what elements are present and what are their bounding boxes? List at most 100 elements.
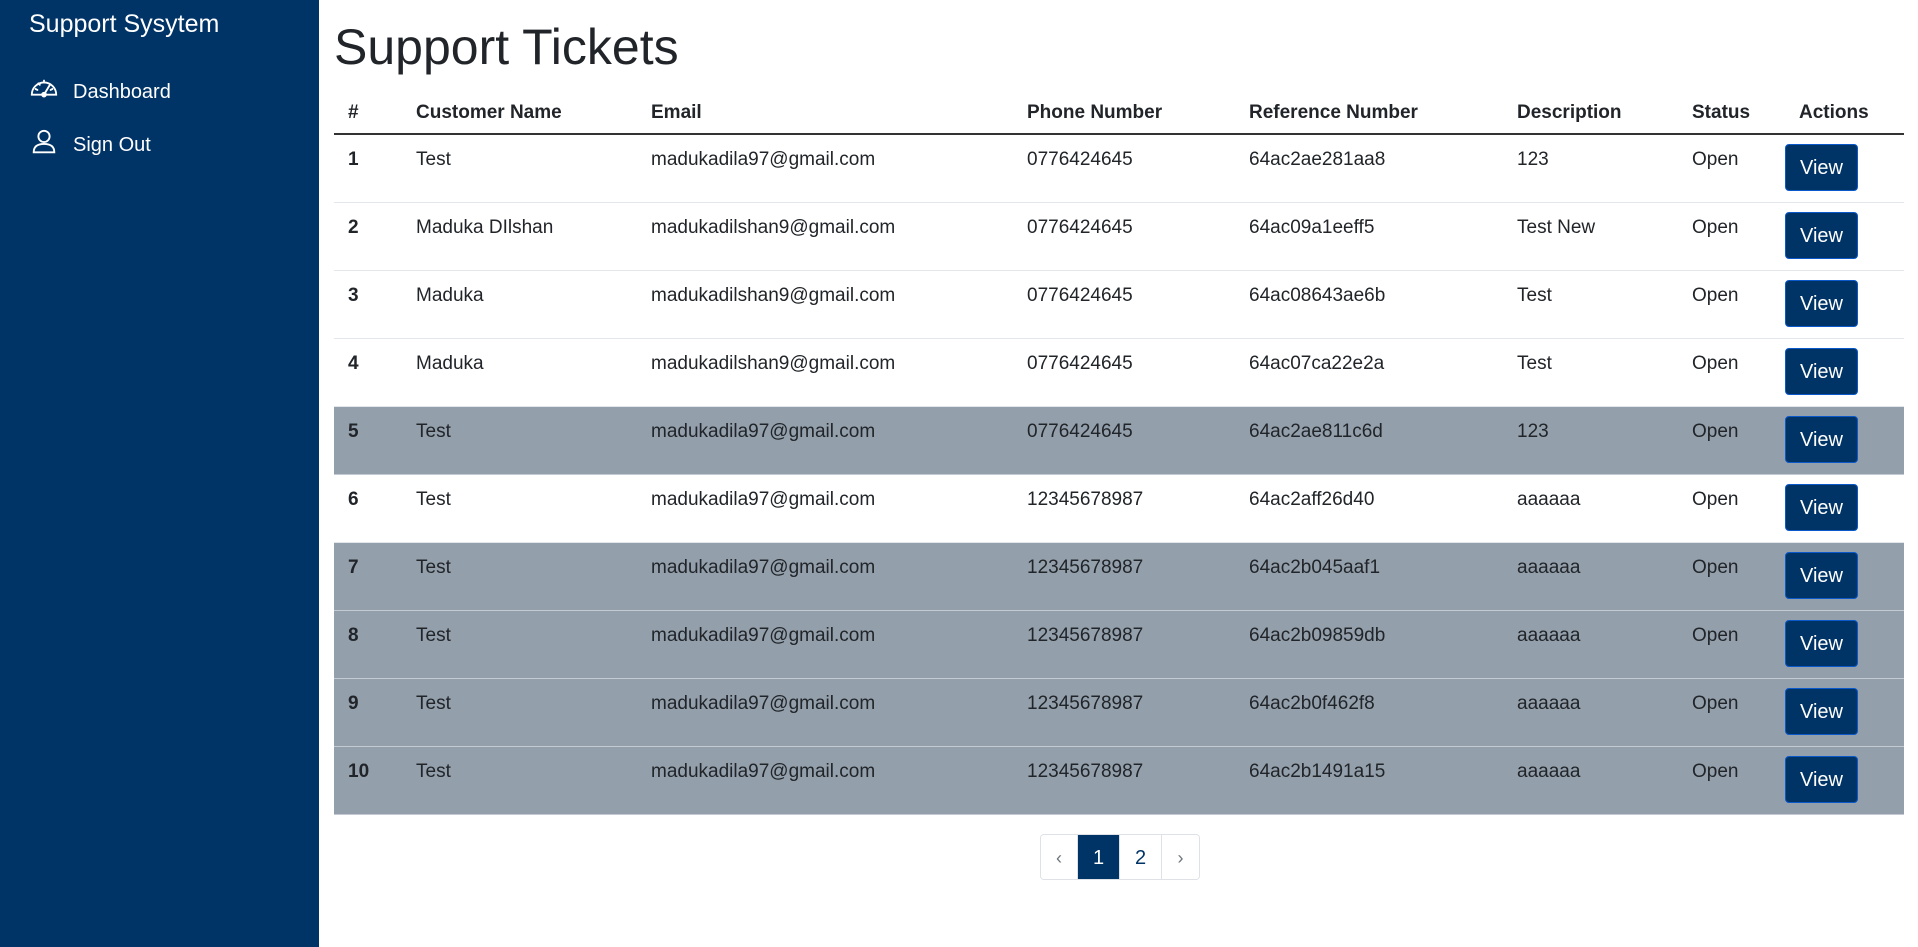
view-button[interactable]: View — [1785, 211, 1858, 259]
phone-number: 0776424645 — [1013, 202, 1235, 271]
view-button[interactable]: View — [1785, 415, 1858, 463]
description: 123 — [1503, 134, 1678, 203]
view-button[interactable]: View — [1785, 619, 1858, 667]
row-number: 5 — [334, 406, 402, 475]
reference-number: 64ac2b045aaf1 — [1235, 542, 1503, 611]
description: Test — [1503, 338, 1678, 407]
description: aaaaaa — [1503, 610, 1678, 679]
email: madukadila97@gmail.com — [637, 610, 1013, 679]
sidebar-item-sign-out[interactable]: Sign Out — [29, 128, 151, 162]
email: madukadila97@gmail.com — [637, 474, 1013, 543]
reference-number: 64ac2b09859db — [1235, 610, 1503, 679]
row-number: 7 — [334, 542, 402, 611]
reference-number: 64ac08643ae6b — [1235, 270, 1503, 339]
status: Open — [1678, 542, 1785, 611]
customer-name: Maduka DIlshan — [402, 202, 637, 271]
description: aaaaaa — [1503, 746, 1678, 815]
phone-number: 12345678987 — [1013, 542, 1235, 611]
pagination-next-button[interactable]: › — [1162, 835, 1199, 879]
status: Open — [1678, 610, 1785, 679]
status: Open — [1678, 270, 1785, 339]
view-button[interactable]: View — [1785, 551, 1858, 599]
sidebar-item-label: Sign Out — [73, 133, 151, 156]
customer-name: Test — [402, 542, 637, 611]
email: madukadila97@gmail.com — [637, 678, 1013, 747]
email: madukadila97@gmail.com — [637, 746, 1013, 815]
reference-number: 64ac09a1eeff5 — [1235, 202, 1503, 271]
pagination-page-2[interactable]: 2 — [1120, 835, 1162, 879]
sidebar-item-dashboard[interactable]: Dashboard — [29, 75, 171, 109]
view-button[interactable]: View — [1785, 483, 1858, 531]
main-content: Support Tickets # Customer Name Email Ph… — [334, 0, 1904, 947]
email: madukadila97@gmail.com — [637, 542, 1013, 611]
description: aaaaaa — [1503, 542, 1678, 611]
email: madukadilshan9@gmail.com — [637, 202, 1013, 271]
column-header-status: Status — [1678, 92, 1785, 135]
table-row: 3 Maduka madukadilshan9@gmail.com 077642… — [334, 270, 1904, 339]
customer-name: Maduka — [402, 338, 637, 407]
view-button[interactable]: View — [1785, 347, 1858, 395]
status: Open — [1678, 678, 1785, 747]
description: Test New — [1503, 202, 1678, 271]
table-header-row: # Customer Name Email Phone Number Refer… — [334, 92, 1904, 135]
sidebar-item-label: Dashboard — [73, 80, 171, 103]
pagination-prev-button[interactable]: ‹ — [1041, 835, 1078, 879]
status: Open — [1678, 202, 1785, 271]
row-number: 3 — [334, 270, 402, 339]
table-row: 10 Test madukadila97@gmail.com 123456789… — [334, 746, 1904, 815]
phone-number: 12345678987 — [1013, 474, 1235, 543]
row-number: 6 — [334, 474, 402, 543]
description: 123 — [1503, 406, 1678, 475]
description: aaaaaa — [1503, 678, 1678, 747]
status: Open — [1678, 746, 1785, 815]
customer-name: Test — [402, 678, 637, 747]
row-number: 10 — [334, 746, 402, 815]
row-number: 1 — [334, 134, 402, 203]
description: aaaaaa — [1503, 474, 1678, 543]
column-header-customer-name: Customer Name — [402, 92, 637, 135]
email: madukadilshan9@gmail.com — [637, 338, 1013, 407]
reference-number: 64ac2aff26d40 — [1235, 474, 1503, 543]
email: madukadilshan9@gmail.com — [637, 270, 1013, 339]
reference-number: 64ac2ae811c6d — [1235, 406, 1503, 475]
table-row: 2 Maduka DIlshan madukadilshan9@gmail.co… — [334, 202, 1904, 271]
row-number: 2 — [334, 202, 402, 271]
brand-title[interactable]: Support Sysytem — [29, 10, 219, 39]
column-header-reference-number: Reference Number — [1235, 92, 1503, 135]
view-button[interactable]: View — [1785, 144, 1858, 191]
table-row: 7 Test madukadila97@gmail.com 1234567898… — [334, 542, 1904, 611]
row-number: 8 — [334, 610, 402, 679]
speedometer-icon — [29, 74, 59, 110]
column-header-actions: Actions — [1785, 92, 1904, 135]
table-row: 8 Test madukadila97@gmail.com 1234567898… — [334, 610, 1904, 679]
reference-number: 64ac2b0f462f8 — [1235, 678, 1503, 747]
customer-name: Test — [402, 406, 637, 475]
phone-number: 0776424645 — [1013, 134, 1235, 203]
view-button[interactable]: View — [1785, 687, 1858, 735]
person-icon — [29, 127, 59, 163]
reference-number: 64ac07ca22e2a — [1235, 338, 1503, 407]
sidebar: Support Sysytem Dashboard Sign Out — [0, 0, 319, 947]
reference-number: 64ac2ae281aa8 — [1235, 134, 1503, 203]
table-row: 4 Maduka madukadilshan9@gmail.com 077642… — [334, 338, 1904, 407]
status: Open — [1678, 134, 1785, 203]
phone-number: 12345678987 — [1013, 678, 1235, 747]
view-button[interactable]: View — [1785, 755, 1858, 803]
table-row: 9 Test madukadila97@gmail.com 1234567898… — [334, 678, 1904, 747]
pagination: ‹ 1 2 › — [1040, 834, 1200, 880]
phone-number: 0776424645 — [1013, 270, 1235, 339]
customer-name: Test — [402, 134, 637, 203]
column-header-email: Email — [637, 92, 1013, 135]
phone-number: 0776424645 — [1013, 338, 1235, 407]
tickets-table: # Customer Name Email Phone Number Refer… — [334, 92, 1904, 815]
status: Open — [1678, 474, 1785, 543]
phone-number: 0776424645 — [1013, 406, 1235, 475]
customer-name: Maduka — [402, 270, 637, 339]
pagination-page-1[interactable]: 1 — [1078, 835, 1120, 879]
page-title: Support Tickets — [334, 19, 679, 75]
status: Open — [1678, 406, 1785, 475]
table-row: 1 Test madukadila97@gmail.com 0776424645… — [334, 134, 1904, 203]
customer-name: Test — [402, 746, 637, 815]
view-button[interactable]: View — [1785, 279, 1858, 327]
email: madukadila97@gmail.com — [637, 406, 1013, 475]
